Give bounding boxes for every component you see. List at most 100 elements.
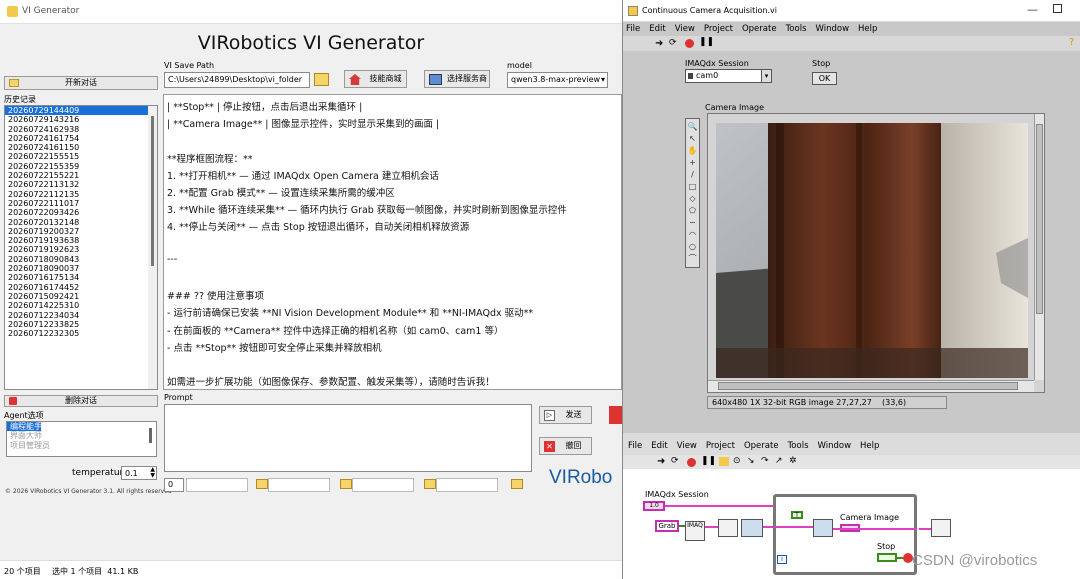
- run-continuous-icon[interactable]: ⟳: [669, 38, 677, 48]
- history-item[interactable]: 20260722112135: [5, 190, 157, 199]
- history-item[interactable]: 20260722111017: [5, 199, 157, 208]
- model-select[interactable]: qwen3.8-max-preview ▾: [507, 72, 608, 88]
- history-item[interactable]: 20260724161150: [5, 143, 157, 152]
- skill-store-button[interactable]: 技能商城: [344, 70, 407, 88]
- imaqdx-close-node[interactable]: [931, 519, 951, 537]
- history-item[interactable]: 20260722093426: [5, 208, 157, 217]
- agent-scrollbar[interactable]: [149, 428, 152, 443]
- history-item[interactable]: 20260712232305: [5, 329, 157, 338]
- history-item[interactable]: 20260729144409: [5, 106, 157, 116]
- history-item[interactable]: 20260715092421: [5, 292, 157, 301]
- zoom-icon[interactable]: 🔍: [687, 121, 698, 132]
- history-item[interactable]: 20260716174452: [5, 283, 157, 292]
- help-icon[interactable]: ?: [1069, 37, 1074, 48]
- step-out-icon[interactable]: ↗: [775, 456, 783, 466]
- highlight-icon[interactable]: [719, 457, 729, 466]
- history-item[interactable]: 20260719193638: [5, 236, 157, 245]
- while-loop[interactable]: [773, 494, 917, 575]
- page-field[interactable]: 0: [164, 478, 184, 492]
- rotated-rect-icon[interactable]: ◇: [687, 193, 698, 204]
- spinner-icon[interactable]: ▲ ▼: [150, 467, 155, 479]
- image-vscroll[interactable]: [1034, 114, 1044, 380]
- history-item[interactable]: 20260722155221: [5, 171, 157, 180]
- menu-item-view[interactable]: View: [677, 441, 697, 451]
- folder-icon[interactable]: [424, 479, 436, 489]
- menu-item-help[interactable]: Help: [860, 441, 879, 451]
- menu-item-project[interactable]: Project: [704, 24, 733, 34]
- rectangle-icon[interactable]: □: [687, 181, 698, 192]
- agent-options-list[interactable]: 编程能手 界面大师 项目管理员: [6, 421, 157, 457]
- history-item[interactable]: 20260719192623: [5, 245, 157, 254]
- menu-item-project[interactable]: Project: [706, 441, 735, 451]
- prompt-input[interactable]: [164, 404, 532, 472]
- abort-icon[interactable]: [685, 39, 694, 48]
- menu-item-operate[interactable]: Operate: [744, 441, 779, 451]
- history-item[interactable]: 20260722113132: [5, 180, 157, 189]
- agent-option[interactable]: 界面大师: [7, 431, 156, 440]
- history-item[interactable]: 20260724161754: [5, 134, 157, 143]
- imaqdx-grab-node[interactable]: [741, 519, 763, 537]
- chevron-down-icon[interactable]: ▾: [761, 70, 771, 82]
- history-item[interactable]: 20260712233825: [5, 320, 157, 329]
- clean-up-icon[interactable]: ✲: [789, 456, 797, 466]
- crosshair-icon[interactable]: +: [687, 157, 698, 168]
- temperature-input[interactable]: 0.1 ▲ ▼: [121, 466, 157, 480]
- run-arrow-icon[interactable]: ➜: [655, 38, 663, 49]
- menu-item-edit[interactable]: Edit: [651, 441, 667, 451]
- history-item[interactable]: 20260714225310: [5, 301, 157, 310]
- grab-constant[interactable]: Grab: [655, 520, 679, 532]
- history-item[interactable]: 20260724162938: [5, 125, 157, 134]
- folder-icon[interactable]: [511, 479, 523, 489]
- menu-item-help[interactable]: Help: [858, 24, 877, 34]
- camera-image-display[interactable]: [707, 113, 1045, 393]
- pan-icon[interactable]: ✋: [687, 145, 698, 156]
- step-over-icon[interactable]: ↷: [761, 456, 769, 466]
- menu-item-view[interactable]: View: [675, 24, 695, 34]
- pause-icon[interactable]: ❚❚: [701, 456, 716, 466]
- history-item[interactable]: 20260718090843: [5, 255, 157, 264]
- history-item[interactable]: 20260722155515: [5, 152, 157, 161]
- menu-item-tools[interactable]: Tools: [788, 441, 809, 451]
- menu-item-window[interactable]: Window: [816, 24, 850, 34]
- step-into-icon[interactable]: ↘: [747, 456, 755, 466]
- send-button[interactable]: ▷ 发送: [539, 406, 592, 424]
- pause-icon[interactable]: ❚❚: [699, 37, 714, 47]
- history-item[interactable]: 20260729143216: [5, 115, 157, 124]
- polygon-icon[interactable]: ⬠: [687, 205, 698, 216]
- menu-item-window[interactable]: Window: [818, 441, 852, 451]
- path-field-4[interactable]: [436, 478, 498, 492]
- line-icon[interactable]: /: [687, 169, 698, 180]
- path-field-2[interactable]: [268, 478, 330, 492]
- grab-loop-node[interactable]: [813, 519, 833, 537]
- agent-option[interactable]: 项目管理员: [7, 441, 156, 450]
- menu-item-file[interactable]: File: [626, 24, 640, 34]
- image-tool-palette[interactable]: 🔍 ↖ ✋ + / □ ◇ ⬠ ∽ ◠ ○ ⌒: [685, 118, 700, 268]
- annulus-icon[interactable]: ◠: [687, 229, 698, 240]
- path-field-3[interactable]: [352, 478, 414, 492]
- run-arrow-icon[interactable]: ➜: [657, 456, 665, 467]
- imaqdx-configure-node[interactable]: [718, 519, 738, 537]
- menu-item-edit[interactable]: Edit: [649, 24, 665, 34]
- cancel-button[interactable]: ✕ 撤回: [539, 437, 592, 455]
- iteration-terminal[interactable]: i: [777, 555, 787, 564]
- minimize-icon[interactable]: —: [1027, 3, 1038, 16]
- history-item[interactable]: 20260716175134: [5, 273, 157, 282]
- folder-icon[interactable]: [340, 479, 352, 489]
- menu-item-tools[interactable]: Tools: [786, 24, 807, 34]
- abort-icon[interactable]: [687, 458, 696, 467]
- retain-wire-icon[interactable]: ⊙: [733, 456, 741, 466]
- freehand-icon[interactable]: ∽: [687, 217, 698, 228]
- agent-option[interactable]: 编程能手: [7, 422, 42, 432]
- delete-chat-button[interactable]: 删除对话: [4, 395, 158, 407]
- pointer-icon[interactable]: ↖: [687, 133, 698, 144]
- maximize-icon[interactable]: [1053, 4, 1062, 13]
- session-constant[interactable]: 1.0: [643, 501, 665, 511]
- history-item[interactable]: 20260719200327: [5, 227, 157, 236]
- broken-line-icon[interactable]: ⌒: [687, 253, 698, 264]
- chat-output-panel[interactable]: | **Stop** | 停止按钮，点击后退出采集循环 | | **Camera …: [163, 94, 622, 390]
- history-list[interactable]: 20260729144409 20260729143216 202607241629…: [4, 105, 158, 390]
- history-scrollbar[interactable]: [148, 106, 157, 389]
- stop-generation-button[interactable]: [609, 406, 622, 424]
- true-constant[interactable]: T: [791, 511, 803, 519]
- stop-ok-button[interactable]: OK: [812, 72, 837, 85]
